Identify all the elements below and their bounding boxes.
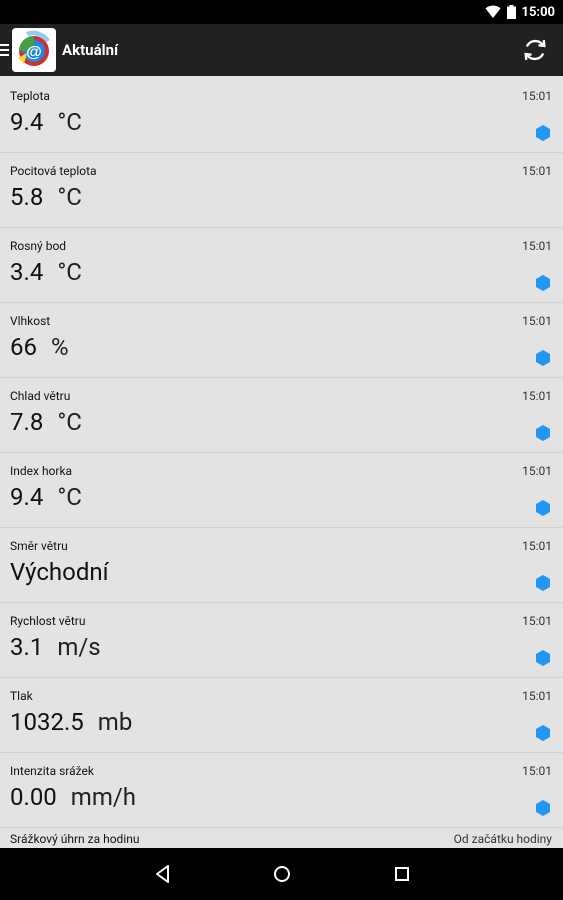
list-item[interactable]: Index horka 15:01 9.4 °C xyxy=(0,453,563,528)
row-label: Vlhkost xyxy=(10,314,51,328)
row-time: Od začátku hodiny xyxy=(453,832,552,846)
value-number: 0.00 xyxy=(10,783,57,811)
value-number: 3.4 xyxy=(10,258,44,286)
hexagon-icon xyxy=(536,725,550,741)
row-time: 15:01 xyxy=(522,89,552,103)
hexagon-icon xyxy=(536,575,550,591)
row-time: 15:01 xyxy=(522,239,552,253)
home-icon[interactable] xyxy=(270,862,294,886)
row-time: 15:01 xyxy=(522,314,552,328)
value-unit: °C xyxy=(57,108,82,136)
value-unit: °C xyxy=(57,408,82,436)
row-value: Východní xyxy=(10,558,109,586)
hexagon-icon xyxy=(536,125,550,141)
row-time: 15:01 xyxy=(522,164,552,178)
value-unit: % xyxy=(50,333,69,361)
row-label: Srážkový úhrn za hodinu xyxy=(10,832,140,846)
row-time: 15:01 xyxy=(522,539,552,553)
page-title: Aktuální xyxy=(62,41,119,59)
row-value: 7.8 °C xyxy=(10,408,82,436)
status-time: 15:00 xyxy=(521,4,556,20)
row-time: 15:01 xyxy=(522,764,552,778)
list-item[interactable]: Teplota 15:01 9.4 °C xyxy=(0,78,563,153)
row-value: 66% xyxy=(10,333,69,361)
row-time: 15:01 xyxy=(522,689,552,703)
value-number: 9.4 xyxy=(10,483,44,511)
row-time: 15:01 xyxy=(522,464,552,478)
value-number: 5.8 xyxy=(10,183,44,211)
wifi-icon xyxy=(485,5,500,18)
value-unit: mb xyxy=(97,708,133,736)
list-item[interactable]: Intenzita srážek 15:01 0.00 mm/h xyxy=(0,753,563,828)
row-label: Index horka xyxy=(10,464,73,478)
row-label: Pocitová teplota xyxy=(10,164,97,178)
hexagon-icon xyxy=(536,800,550,816)
value-unit: mm/h xyxy=(70,783,137,811)
hexagon-icon xyxy=(536,350,550,366)
value-number: 66 xyxy=(10,333,37,361)
row-label: Tlak xyxy=(10,689,33,703)
recents-icon[interactable] xyxy=(390,862,414,886)
row-label: Teplota xyxy=(10,89,50,103)
back-icon[interactable] xyxy=(151,862,175,886)
app-logo-icon[interactable]: @ xyxy=(12,28,56,72)
row-time: 15:01 xyxy=(522,389,552,403)
value-unit: °C xyxy=(57,258,82,286)
hexagon-icon xyxy=(536,650,550,666)
list-item[interactable]: Chlad větru 15:01 7.8 °C xyxy=(0,378,563,453)
menu-icon[interactable] xyxy=(0,24,10,76)
row-label: Rosný bod xyxy=(10,239,67,253)
row-time: 15:01 xyxy=(522,614,552,628)
value-unit: m/s xyxy=(57,633,101,661)
row-value: 1032.5 mb xyxy=(10,708,132,736)
battery-icon xyxy=(506,5,516,19)
hexagon-icon xyxy=(536,425,550,441)
row-label: Intenzita srážek xyxy=(10,764,94,778)
list-item[interactable]: Rosný bod 15:01 3.4 °C xyxy=(0,228,563,303)
row-value: 3.4 °C xyxy=(10,258,82,286)
hexagon-icon xyxy=(536,275,550,291)
value-number: 9.4 xyxy=(10,108,44,136)
list-item[interactable]: Rychlost větru 15:01 3.1 m/s xyxy=(0,603,563,678)
value-number: 1032.5 xyxy=(10,708,84,736)
measurement-list[interactable]: Teplota 15:01 9.4 °C Pocitová teplota 15:01 5.… xyxy=(0,78,563,848)
navigation-bar xyxy=(0,848,563,900)
list-item[interactable]: Srážkový úhrn za hodinu Od začátku hodin… xyxy=(0,828,563,848)
row-label: Chlad větru xyxy=(10,389,71,403)
row-value: 5.8 °C xyxy=(10,183,82,211)
value-unit: °C xyxy=(57,483,82,511)
list-item[interactable]: Směr větru 15:01 Východní xyxy=(0,528,563,603)
list-item[interactable]: Pocitová teplota 15:01 5.8 °C xyxy=(0,153,563,228)
app-bar: @ Aktuální xyxy=(0,24,563,76)
row-label: Směr větru xyxy=(10,539,68,553)
svg-text:@: @ xyxy=(26,44,42,61)
list-item[interactable]: Vlhkost 15:01 66% xyxy=(0,303,563,378)
row-value: 0.00 mm/h xyxy=(10,783,136,811)
refresh-icon[interactable] xyxy=(521,36,549,64)
value-number: 7.8 xyxy=(10,408,44,436)
value-unit: °C xyxy=(57,183,82,211)
list-item[interactable]: Tlak 15:01 1032.5 mb xyxy=(0,678,563,753)
row-value: 9.4 °C xyxy=(10,483,82,511)
value-number: 3.1 xyxy=(10,633,44,661)
row-value: 3.1 m/s xyxy=(10,633,101,661)
status-bar: 15:00 xyxy=(0,0,563,24)
row-value: 9.4 °C xyxy=(10,108,82,136)
row-label: Rychlost větru xyxy=(10,614,86,628)
hexagon-icon xyxy=(536,500,550,516)
value-number: Východní xyxy=(10,558,109,586)
